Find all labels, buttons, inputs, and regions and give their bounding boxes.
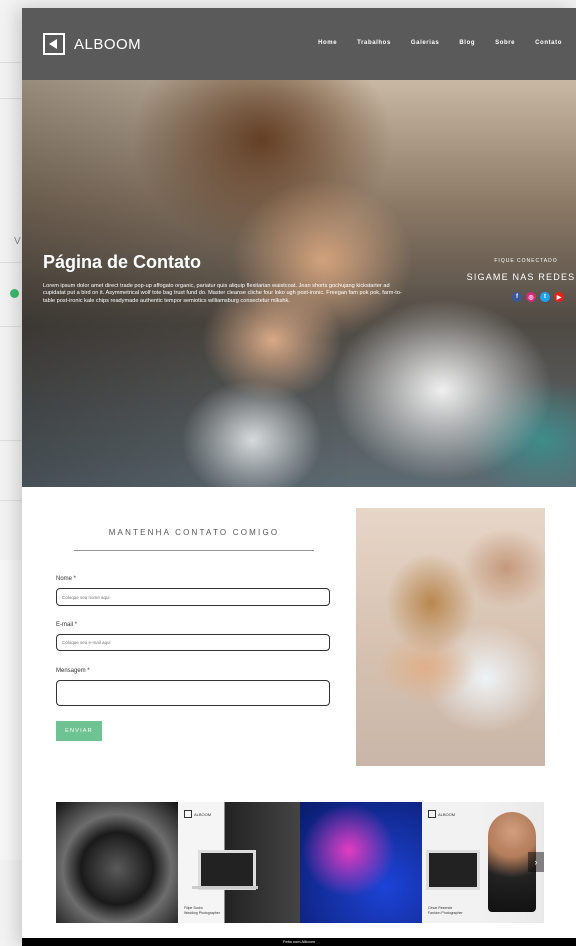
caption-name: César Rezende xyxy=(428,906,453,910)
laptop-mockup xyxy=(426,850,480,890)
main-nav: Home Trabalhos Galerias Blog Sobre Conta… xyxy=(298,40,562,46)
email-label: E-mail * xyxy=(56,622,78,628)
name-field[interactable] xyxy=(56,588,330,606)
laptop-base xyxy=(192,886,258,889)
site-preview-frame: ALBOOM Home Trabalhos Galerias Blog Sobr… xyxy=(22,8,576,946)
gallery-carousel: ALBOOM Filipe Sodrú Wedding Photographer … xyxy=(56,802,545,923)
nav-trabalhos[interactable]: Trabalhos xyxy=(357,40,391,46)
logo-icon xyxy=(43,33,65,55)
message-field[interactable] xyxy=(56,680,330,706)
contact-title: MANTENHA CONTATO COMIGO xyxy=(108,528,280,537)
nav-sobre[interactable]: Sobre xyxy=(495,40,515,46)
background-letter: V xyxy=(14,236,21,247)
follow-label: FIQUE CONECTADO xyxy=(494,258,558,264)
logo-icon xyxy=(184,810,192,818)
follow-heading: SIGAME NAS REDES xyxy=(466,272,576,282)
hero-banner: Página de Contato Lorem ipsum dolor amet… xyxy=(22,80,576,487)
site-logo[interactable]: ALBOOM xyxy=(43,33,141,55)
contact-photo xyxy=(356,508,545,766)
nav-contato[interactable]: Contato xyxy=(535,40,562,46)
caption-role: Fashion Photographer xyxy=(428,910,463,915)
page-title: Página de Contato xyxy=(43,252,202,272)
gallery-logo-text: ALBOOM xyxy=(194,811,212,817)
gallery-caption: Filipe Sodrú Wedding Photographer xyxy=(184,906,220,915)
site-footer: Feito com Alboom xyxy=(22,938,576,946)
caption-role: Wedding Photographer xyxy=(184,910,220,915)
gallery-item[interactable]: ALBOOM Filipe Sodrú Wedding Photographer xyxy=(178,802,300,923)
gallery-caption: César Rezende Fashion Photographer xyxy=(428,906,463,915)
gallery-item[interactable]: ALBOOM César Rezende Fashion Photographer… xyxy=(422,802,544,923)
title-divider xyxy=(74,550,314,551)
twitter-icon[interactable]: t xyxy=(540,292,550,302)
gallery-item[interactable] xyxy=(56,802,178,923)
name-label: Nome * xyxy=(56,576,77,582)
gallery-logo: ALBOOM xyxy=(428,810,455,818)
instagram-icon[interactable]: ◎ xyxy=(526,292,536,302)
facebook-icon[interactable]: f xyxy=(512,292,522,302)
nav-blog[interactable]: Blog xyxy=(459,40,475,46)
gallery-logo: ALBOOM xyxy=(184,810,211,818)
message-label: Mensagem * xyxy=(56,668,90,674)
chevron-right-icon[interactable]: › xyxy=(528,852,544,872)
gallery-item[interactable] xyxy=(300,802,422,923)
send-button[interactable]: ENVIAR xyxy=(56,721,102,741)
email-field[interactable] xyxy=(56,634,330,651)
social-links: f ◎ t ▶ xyxy=(508,292,564,302)
logo-icon xyxy=(428,810,436,818)
logo-text: ALBOOM xyxy=(74,35,142,53)
hero-description: Lorem ipsum dolor amet direct trade pop-… xyxy=(43,283,402,304)
youtube-icon[interactable]: ▶ xyxy=(554,292,564,302)
status-dot xyxy=(10,289,19,298)
nav-galerias[interactable]: Galerias xyxy=(411,40,439,46)
gallery-logo-text: ALBOOM xyxy=(438,811,456,817)
nav-home[interactable]: Home xyxy=(318,40,337,46)
caption-name: Filipe Sodrú xyxy=(184,906,203,910)
site-header: ALBOOM Home Trabalhos Galerias Blog Sobr… xyxy=(22,8,576,80)
laptop-mockup xyxy=(198,850,256,890)
